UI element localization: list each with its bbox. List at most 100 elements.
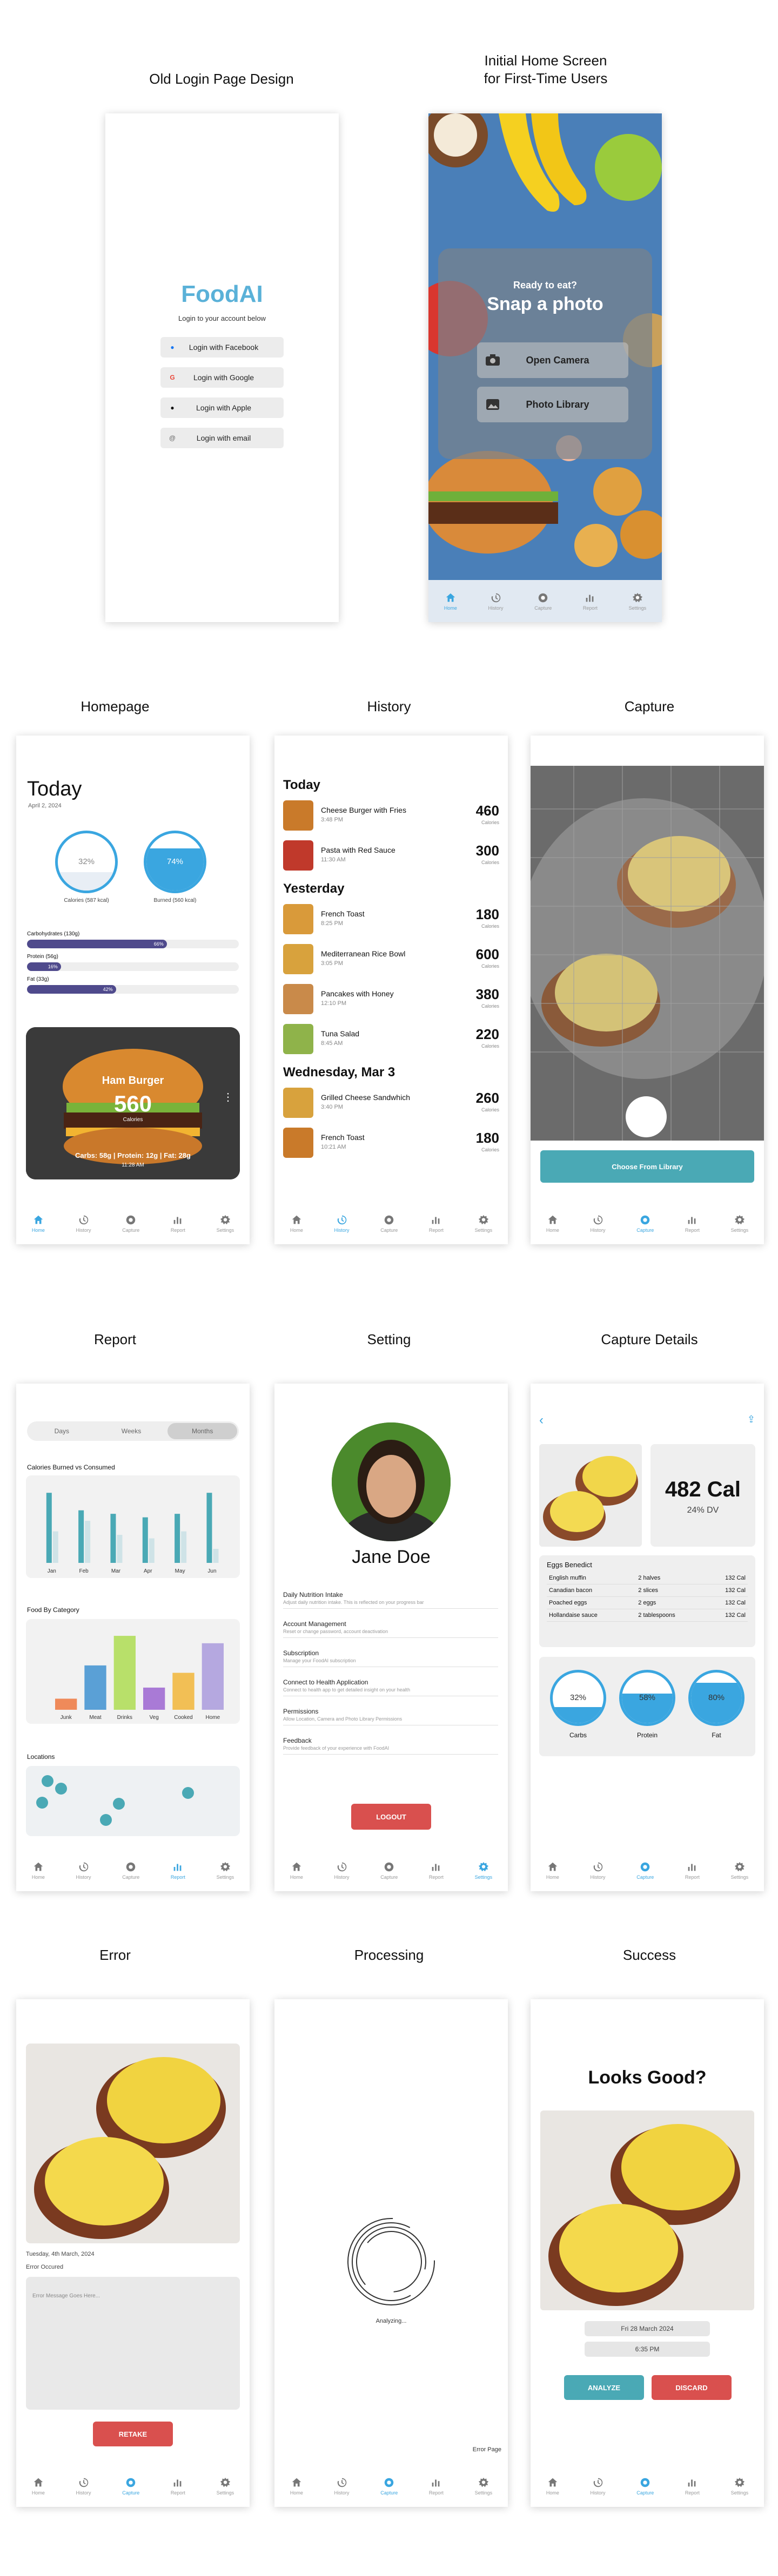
tab-home[interactable]: Home [290, 1861, 303, 1880]
settings-icon [734, 2477, 745, 2487]
tab-report[interactable]: Report [429, 1214, 444, 1233]
tab-settings[interactable]: Settings [629, 592, 646, 611]
tab-home[interactable]: Home [444, 592, 457, 611]
analyze-button[interactable]: ANALYZE [564, 2375, 644, 2400]
locations-map[interactable] [26, 1766, 240, 1836]
history-item[interactable]: Tuna Salad 8:45 AM 220 Calories [283, 1022, 499, 1056]
tab-report[interactable]: Report [171, 1861, 185, 1880]
setting-item[interactable]: Subscription Manage your FoodAI subscript… [283, 1649, 498, 1667]
history-item[interactable]: French Toast 8:25 PM 180 Calories [283, 902, 499, 936]
tab-settings[interactable]: Settings [731, 2477, 748, 2496]
photo-library-button[interactable]: Photo Library [477, 387, 628, 422]
share-icon[interactable]: ⇪ [747, 1414, 755, 1425]
tab-home[interactable]: Home [546, 2477, 559, 2496]
tab-settings[interactable]: Settings [475, 2477, 492, 2496]
tab-history[interactable]: History [591, 1214, 606, 1233]
logout-button[interactable]: LOGOUT [351, 1804, 431, 1830]
tab-history[interactable]: History [591, 1861, 606, 1880]
setting-item[interactable]: Permissions Allow Location, Camera and Ph… [283, 1708, 498, 1725]
tab-settings[interactable]: Settings [475, 1861, 492, 1880]
setting-item[interactable]: Daily Nutrition Intake Adjust daily nutri… [283, 1591, 498, 1609]
tab-home[interactable]: Home [546, 1861, 559, 1880]
history-item[interactable]: Mediterranean Rice Bowl 3:05 PM 600 Calo… [283, 942, 499, 976]
ring-percent: 58% [639, 1693, 656, 1702]
tab-capture[interactable]: Capture [380, 2477, 398, 2496]
retake-button[interactable]: RETAKE [93, 2422, 173, 2446]
tab-report[interactable]: Report [685, 2477, 700, 2496]
tab-settings[interactable]: Settings [731, 1214, 748, 1233]
tab-history[interactable]: History [76, 1861, 91, 1880]
tab-capture[interactable]: Capture [380, 1214, 398, 1233]
open-camera-button[interactable]: Open Camera [477, 342, 628, 378]
setting-item[interactable]: Account Management Reset or change passwo… [283, 1620, 498, 1638]
tab-report[interactable]: Report [583, 592, 598, 611]
tab-report[interactable]: Report [685, 1861, 700, 1880]
tab-report[interactable]: Report [171, 1214, 185, 1233]
meal-name: French Toast [321, 909, 365, 918]
choose-from-library-button[interactable]: Choose From Library [540, 1150, 754, 1183]
history-item[interactable]: Pancakes with Honey 12:10 PM 380 Calorie… [283, 982, 499, 1016]
history-item[interactable]: Pasta with Red Sauce 11:30 AM 300 Calori… [283, 838, 499, 873]
tab-history[interactable]: History [334, 1214, 350, 1233]
tab-capture[interactable]: Capture [636, 1861, 654, 1880]
setting-item[interactable]: Feedback Provide feedback of your experie… [283, 1737, 498, 1755]
more-options-icon[interactable]: ⋮ [223, 1092, 233, 1103]
tab-settings[interactable]: Settings [731, 1861, 748, 1880]
segment-days[interactable]: Days [27, 1427, 97, 1435]
login-email-button[interactable]: @ Login with email [160, 428, 284, 448]
tab-capture[interactable]: Capture [122, 1861, 139, 1880]
tab-home[interactable]: Home [290, 1214, 303, 1233]
home-icon [548, 2478, 558, 2486]
login-facebook-button[interactable]: ● Login with Facebook [160, 337, 284, 358]
tab-home[interactable]: Home [32, 1861, 45, 1880]
tab-report[interactable]: Report [171, 2477, 185, 2496]
tab-home[interactable]: Home [546, 1214, 559, 1233]
tab-home[interactable]: Home [32, 2477, 45, 2496]
tab-settings[interactable]: Settings [475, 1214, 492, 1233]
tab-report[interactable]: Report [685, 1214, 700, 1233]
tab-capture[interactable]: Capture [636, 1214, 654, 1233]
tab-capture[interactable]: Capture [380, 1861, 398, 1880]
login-apple-button[interactable]: ● Login with Apple [160, 397, 284, 418]
tab-capture[interactable]: Capture [122, 2477, 139, 2496]
meal-calories-unit: Calories [481, 923, 499, 929]
tab-history[interactable]: History [76, 1214, 91, 1233]
latest-meal-card[interactable]: Ham Burger 560 Calories Carbs: 58g | Pro… [26, 1027, 240, 1179]
history-item[interactable]: Cheese Burger with Fries 3:48 PM 460 Cal… [283, 798, 499, 833]
tab-history[interactable]: History [334, 1861, 350, 1880]
discard-button[interactable]: DISCARD [652, 2375, 732, 2400]
history-item[interactable]: French Toast 10:21 AM 180 Calories [283, 1125, 499, 1160]
tab-settings[interactable]: Settings [217, 2477, 234, 2496]
error-message-box[interactable]: Error Message Goes Here... [26, 2277, 240, 2410]
tick-label: Mar [111, 1568, 121, 1574]
tab-report[interactable]: Report [429, 1861, 444, 1880]
tab-capture[interactable]: Capture [534, 592, 552, 611]
ingredient-qty: 2 halves [636, 1572, 706, 1584]
tab-capture[interactable]: Capture [636, 2477, 654, 2496]
back-icon[interactable]: ‹ [539, 1413, 544, 1428]
macro-ring-carbs: 32% [550, 1670, 606, 1726]
tab-settings[interactable]: Settings [217, 1861, 234, 1880]
tab-history[interactable]: History [334, 2477, 350, 2496]
history-item[interactable]: Grilled Cheese Sandwhich 3:40 PM 260 Cal… [283, 1085, 499, 1120]
tab-home[interactable]: Home [32, 1214, 45, 1233]
tab-history[interactable]: History [76, 2477, 91, 2496]
dish-name: Eggs Benedict [547, 1561, 592, 1569]
tab-history[interactable]: History [488, 592, 504, 611]
error-page-link[interactable]: Error Page [473, 2446, 501, 2453]
tab-report[interactable]: Report [429, 2477, 444, 2496]
segment-months[interactable]: Months [167, 1423, 238, 1439]
tab-history[interactable]: History [591, 2477, 606, 2496]
setting-item[interactable]: Connect to Health Application Connect to … [283, 1678, 498, 1696]
tab-capture[interactable]: Capture [122, 1214, 139, 1233]
tab-home[interactable]: Home [290, 2477, 303, 2496]
shutter-button[interactable] [626, 1096, 667, 1137]
calories-ring: 32% [55, 831, 118, 893]
ring-fill [691, 1682, 742, 1723]
login-google-button[interactable]: G Login with Google [160, 367, 284, 388]
segment-weeks[interactable]: Weeks [97, 1427, 166, 1435]
burned-label: Burned (560 kcal) [153, 898, 197, 903]
email-icon: @ [169, 434, 176, 442]
tab-settings[interactable]: Settings [217, 1214, 234, 1233]
setting-title: Account Management [283, 1620, 346, 1628]
